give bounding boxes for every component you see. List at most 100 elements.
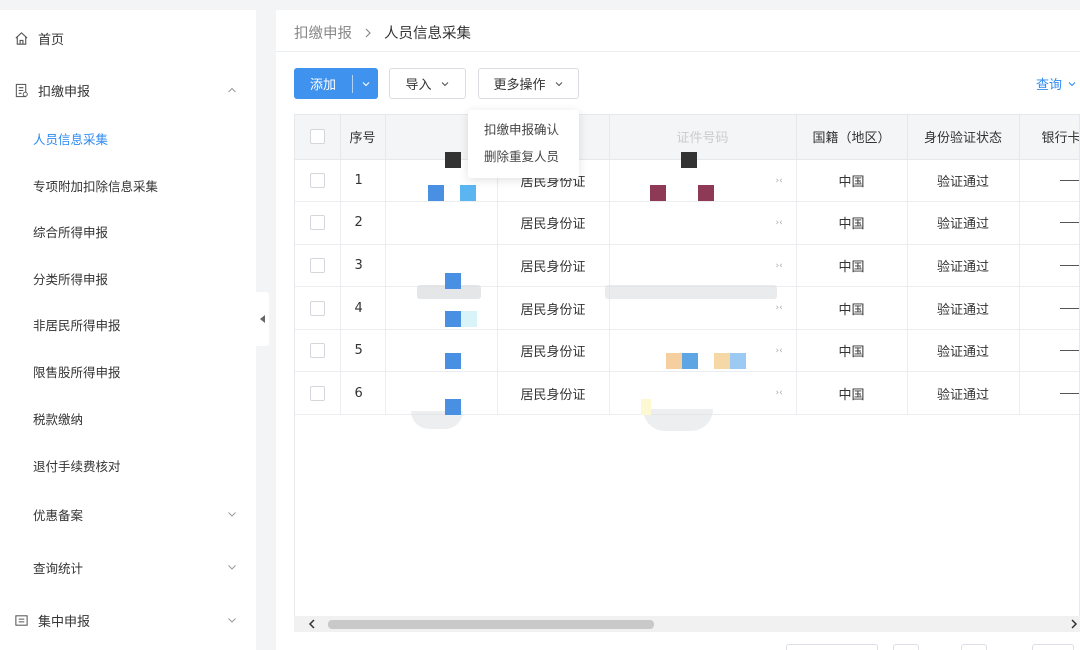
header-seq: 序号 xyxy=(340,115,386,160)
add-button-group: 添加 xyxy=(294,68,378,99)
redaction-pixel xyxy=(445,353,461,369)
redaction-pixel xyxy=(641,399,651,415)
sidebar-item-comprehensive-income[interactable]: 综合所得申报 xyxy=(0,211,256,251)
pagination-prev[interactable] xyxy=(893,644,919,650)
row-select-cell xyxy=(295,244,341,288)
sidebar-item-label: 首页 xyxy=(38,32,65,48)
query-toggle[interactable]: 查询 xyxy=(1036,74,1077,93)
sidebar-item-personnel-info[interactable]: 人员信息采集 xyxy=(0,118,256,158)
row-checkbox[interactable] xyxy=(309,343,325,359)
sidebar-item-classified-income[interactable]: 分类所得申报 xyxy=(0,258,256,298)
sidebar-item-label: 限售股所得申报 xyxy=(33,364,121,380)
chevron-down-icon xyxy=(228,512,236,517)
empty-dash xyxy=(1059,392,1079,394)
import-button[interactable]: 导入 xyxy=(389,68,466,99)
empty-dash xyxy=(1059,179,1079,181)
sidebar-item-refund-fee-check[interactable]: 退付手续费核对 xyxy=(0,445,256,485)
chevron-down-icon xyxy=(228,565,236,570)
redaction-pixel xyxy=(428,185,444,201)
cell-name xyxy=(385,371,498,416)
row-select-cell xyxy=(295,201,341,245)
redaction-pixel xyxy=(461,311,477,327)
scroll-left-icon[interactable] xyxy=(306,618,318,630)
chevron-up-icon xyxy=(228,87,236,93)
sidebar-item-restricted-shares[interactable]: 限售股所得申报 xyxy=(0,351,256,391)
cell-nationality: 中国 xyxy=(796,159,908,203)
centralized-report-icon xyxy=(13,612,29,628)
table-row[interactable]: 3 居民身份证 ›‹ 中国 验证通过 xyxy=(295,244,1079,288)
table-row[interactable]: 2 居民身份证 ›‹ 中国 验证通过 xyxy=(295,201,1079,245)
sidebar-item-withholding-declaration[interactable]: 扣缴申报 xyxy=(0,70,256,110)
menu-item-confirm-declaration[interactable]: 扣缴申报确认 xyxy=(468,116,579,143)
cell-bank-card xyxy=(1019,329,1079,373)
cell-id-number: ›‹ xyxy=(609,201,797,245)
add-button[interactable]: 添加 xyxy=(294,74,352,93)
sidebar-item-home[interactable]: 首页 xyxy=(0,18,256,58)
cell-id-type: 居民身份证 xyxy=(497,201,610,245)
row-checkbox[interactable] xyxy=(309,300,325,316)
row-checkbox[interactable] xyxy=(309,257,325,273)
redaction-pixel xyxy=(698,185,714,201)
cell-nationality: 中国 xyxy=(796,201,908,245)
cell-name xyxy=(385,329,498,373)
cell-verify-status: 验证通过 xyxy=(907,201,1020,245)
sidebar-item-label: 优惠备案 xyxy=(33,507,84,523)
sidebar-item-nonresident-income[interactable]: 非居民所得申报 xyxy=(0,304,256,344)
sidebar-item-tax-payment[interactable]: 税款缴纳 xyxy=(0,398,256,438)
sidebar-item-query-stats[interactable]: 查询统计 xyxy=(0,547,256,587)
sidebar-item-special-deduction[interactable]: 专项附加扣除信息采集 xyxy=(0,165,256,205)
sidebar-item-label: 税款缴纳 xyxy=(33,411,84,427)
redaction-pixel xyxy=(650,185,666,201)
pagination-size-select[interactable] xyxy=(786,644,878,650)
chevron-down-icon xyxy=(228,618,236,623)
cell-verify-status: 验证通过 xyxy=(907,371,1020,416)
cell-bank-card xyxy=(1019,371,1079,416)
more-actions-menu: 扣缴申报确认 删除重复人员 xyxy=(468,110,579,178)
breadcrumb-parent-link[interactable]: 扣缴申报 xyxy=(294,22,352,43)
cell-id-number: ›‹ xyxy=(609,329,797,373)
header-nationality: 国籍（地区） xyxy=(796,115,908,160)
menu-item-delete-duplicates[interactable]: 删除重复人员 xyxy=(468,143,579,170)
row-checkbox[interactable] xyxy=(309,385,325,401)
cell-seq: 1 xyxy=(340,159,386,203)
empty-dash xyxy=(1059,222,1079,224)
header-id-number: 证件号码 xyxy=(609,115,797,160)
sidebar-item-preferential-filing[interactable]: 优惠备案 xyxy=(0,494,256,534)
redaction-blur xyxy=(643,409,713,431)
cell-verify-status: 验证通过 xyxy=(907,244,1020,288)
redaction-blur xyxy=(605,285,777,299)
sidebar: 首页 扣缴申报 人员信息采集 专项附加扣除信息采集 综合所得申报 分类所得申报 … xyxy=(0,10,256,650)
main-panel: 扣缴申报 人员信息采集 添加 导入 更多操作 查询 序号 证件号码 国籍（地区）… xyxy=(276,10,1080,650)
sidebar-collapse-button[interactable] xyxy=(256,292,269,346)
cell-name xyxy=(385,201,498,245)
personnel-table: 序号 证件号码 国籍（地区） 身份验证状态 银行卡 1 居民身份证 ›‹ 中国 验证通过… xyxy=(294,114,1080,630)
chevron-down-icon xyxy=(441,81,448,86)
cell-id-type: 居民身份证 xyxy=(497,329,610,373)
row-checkbox[interactable] xyxy=(309,172,325,188)
chevron-down-icon xyxy=(555,81,562,86)
cell-nationality: 中国 xyxy=(796,329,908,373)
scroll-right-icon[interactable] xyxy=(1068,618,1080,630)
cell-bank-card xyxy=(1019,286,1079,330)
sidebar-item-centralized-report[interactable]: 集中申报 xyxy=(0,600,256,640)
horizontal-scrollbar[interactable] xyxy=(294,616,1080,632)
more-actions-button[interactable]: 更多操作 xyxy=(478,68,579,99)
cell-name xyxy=(385,244,498,288)
sidebar-item-label: 人员信息采集 xyxy=(33,131,109,147)
cell-bank-card xyxy=(1019,201,1079,245)
chevron-down-icon xyxy=(362,81,369,86)
cell-nationality: 中国 xyxy=(796,244,908,288)
cell-id-type: 居民身份证 xyxy=(497,371,610,416)
add-dropdown-toggle[interactable] xyxy=(353,79,378,89)
more-actions-label: 更多操作 xyxy=(493,78,546,93)
pagination-jump[interactable] xyxy=(1032,644,1074,650)
cell-seq: 2 xyxy=(340,201,386,245)
select-all-checkbox[interactable] xyxy=(309,129,325,145)
cell-id-number: ›‹ xyxy=(609,244,797,288)
scrollbar-thumb[interactable] xyxy=(328,620,654,629)
sidebar-item-label: 专项附加扣除信息采集 xyxy=(33,178,159,194)
row-checkbox[interactable] xyxy=(309,215,325,231)
cell-nationality: 中国 xyxy=(796,286,908,330)
cell-seq: 6 xyxy=(340,371,386,416)
pagination-page[interactable] xyxy=(961,644,987,650)
